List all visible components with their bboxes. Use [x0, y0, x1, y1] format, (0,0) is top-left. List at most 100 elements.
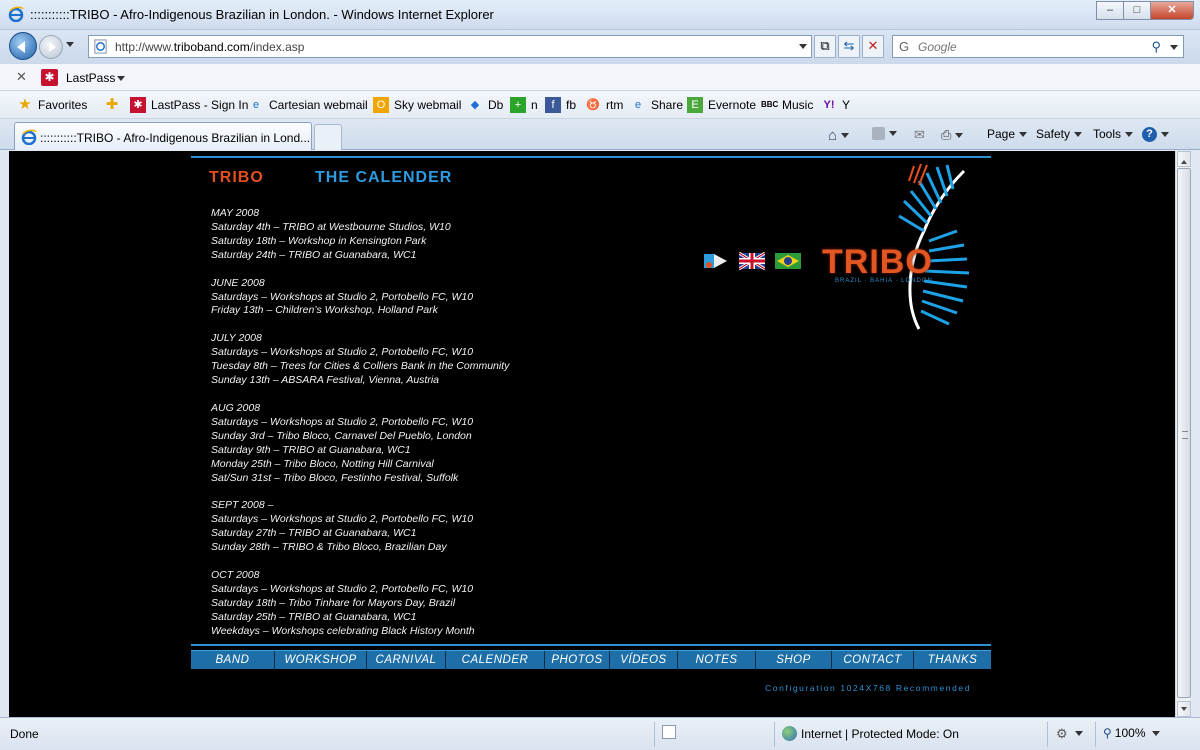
event-line: Tuesday 8th – Trees for Cities & Collier…: [211, 360, 510, 373]
scroll-down-icon[interactable]: [1177, 701, 1191, 717]
favorite-yahoo[interactable]: Y! Y: [821, 97, 851, 113]
home-icon: ⌂: [828, 127, 838, 144]
favorite-music[interactable]: BBC Music: [761, 97, 813, 113]
favorite-rtm[interactable]: ♉ rtm: [585, 97, 623, 113]
plus-icon: +: [510, 97, 526, 113]
ie-logo-icon: [8, 6, 24, 22]
recent-pages-dropdown-icon[interactable]: [66, 42, 74, 51]
favorites-button[interactable]: ★ Favorites: [17, 97, 87, 113]
favorite-db[interactable]: ◆ Db: [467, 97, 504, 113]
status-divider: [1047, 722, 1048, 747]
safety-menu[interactable]: Safety: [1036, 127, 1083, 141]
tab-bar: :::::::::::TRIBO - Afro-Indigenous Brazi…: [0, 119, 1200, 150]
address-url[interactable]: http://www.triboband.com/index.asp: [115, 40, 304, 54]
favorite-evernote[interactable]: E Evernote: [687, 97, 756, 113]
menu-videos[interactable]: VÍDEOS: [610, 651, 678, 670]
forward-button[interactable]: [39, 35, 63, 59]
lastpass-menu[interactable]: LastPass: [66, 71, 115, 85]
language-flags: [703, 250, 811, 272]
zoom-control[interactable]: ⚲ 100%: [1103, 726, 1160, 740]
cow-icon: ♉: [586, 99, 600, 111]
status-divider: [654, 722, 655, 747]
event-line: Saturday 24th – TRIBO at Guanabara, WC1: [211, 248, 417, 261]
menu-carnival[interactable]: CARNIVAL: [367, 651, 446, 670]
tools-menu[interactable]: Tools: [1093, 127, 1134, 141]
security-zone[interactable]: Internet | Protected Mode: On: [782, 726, 959, 741]
month-block: JUNE 2008 Saturdays – Workshops at Studi…: [211, 277, 509, 319]
lastpass-dropdown-icon[interactable]: [117, 76, 125, 85]
google-icon: G: [899, 39, 910, 54]
event-line: Weekdays – Workshops celebrating Black H…: [211, 624, 475, 637]
scroll-thumb[interactable]: [1177, 168, 1191, 698]
uk-flag-icon[interactable]: [739, 250, 765, 272]
maximize-button[interactable]: □: [1123, 1, 1151, 20]
calendar-heading: THE CALENDER: [315, 169, 453, 186]
print-button[interactable]: ⎙: [941, 127, 964, 143]
print-icon: ⎙: [941, 127, 952, 142]
help-menu[interactable]: ?: [1142, 127, 1169, 142]
back-button[interactable]: [9, 32, 37, 60]
menu-workshop[interactable]: WORKSHOP: [275, 651, 367, 670]
new-tab-button[interactable]: [314, 124, 342, 150]
scroll-up-icon[interactable]: [1177, 151, 1191, 167]
favorite-share[interactable]: e Share: [630, 97, 683, 113]
config-note: Configuration 1024X768 Recommended: [765, 683, 972, 693]
globe-icon: [782, 726, 797, 741]
refresh-icon[interactable]: ⇆: [838, 35, 860, 58]
lastpass-icon: ✱: [41, 69, 58, 86]
month-title: OCT 2008: [211, 569, 260, 582]
minimize-button[interactable]: –: [1096, 1, 1124, 20]
stop-icon[interactable]: ✕: [862, 35, 884, 58]
menu-photos[interactable]: PHOTOS: [545, 651, 610, 670]
status-text: Done: [10, 727, 39, 741]
tab-label: :::::::::::TRIBO - Afro-Indigenous Brazi…: [40, 131, 311, 145]
tab-tribo[interactable]: :::::::::::TRIBO - Afro-Indigenous Brazi…: [14, 122, 312, 150]
event-line: Sunday 28th – TRIBO & Tribo Bloco, Brazi…: [211, 541, 447, 554]
favorite-n[interactable]: + n: [510, 97, 538, 113]
address-bar[interactable]: http://www.triboband.com/index.asp: [88, 35, 812, 58]
menu-shop[interactable]: SHOP: [756, 651, 832, 670]
close-toolbar-icon[interactable]: ✕: [16, 69, 27, 85]
menu-thanks[interactable]: THANKS: [914, 651, 991, 670]
close-button[interactable]: ✕: [1150, 1, 1194, 20]
search-box[interactable]: G Google ⚲: [892, 35, 1184, 58]
tribo-logo-text: TRIBO: [822, 243, 933, 281]
menu-band[interactable]: BAND: [191, 651, 275, 670]
favorites-bar: ★ Favorites ✚ ✱ LastPass - Sign In e Cartes…: [0, 91, 1200, 119]
feeds-button[interactable]: [872, 127, 897, 140]
facebook-icon: f: [545, 97, 561, 113]
read-mail-button[interactable]: ✉: [914, 127, 925, 143]
add-favorite-button[interactable]: ✚: [104, 97, 125, 113]
address-dropdown-icon[interactable]: [799, 44, 807, 53]
evernote-icon: E: [687, 97, 703, 113]
event-line: Saturday 18th – Tribo Tinhare for Mayors…: [211, 596, 456, 609]
protected-dropdown-icon[interactable]: [1075, 731, 1083, 740]
dj-icon[interactable]: [703, 250, 729, 272]
lastpass-toolbar: ✕ ✱ LastPass: [0, 64, 1200, 91]
brazil-flag-icon[interactable]: [775, 250, 801, 272]
menu-notes[interactable]: NOTES: [678, 651, 756, 670]
search-options-dropdown-icon[interactable]: [1170, 45, 1178, 54]
navigation-bar: http://www.triboband.com/index.asp ⧉ ⇆ ✕…: [0, 30, 1200, 64]
zoom-icon: ⚲: [1103, 726, 1112, 740]
star-icon: ★: [18, 96, 32, 113]
home-button[interactable]: ⌂: [828, 127, 850, 144]
favorite-lastpass[interactable]: ✱ LastPass - Sign In: [130, 97, 248, 113]
add-to-favorites-icon: ✚: [105, 96, 119, 113]
search-input[interactable]: Google: [918, 40, 957, 54]
frame-left-edge: [0, 151, 9, 717]
page-menu[interactable]: Page: [987, 127, 1028, 141]
protected-mode-icon[interactable]: ⚙: [1056, 726, 1068, 742]
month-block: OCT 2008 Saturdays – Workshops at Studio…: [211, 569, 509, 639]
menu-contact[interactable]: CONTACT: [832, 651, 914, 670]
event-line: Friday 13th – Children’s Workshop, Holla…: [211, 304, 438, 317]
favorite-cartesian[interactable]: e Cartesian webmail: [248, 97, 368, 113]
menu-calender[interactable]: CALENDER: [446, 651, 545, 670]
vertical-scrollbar[interactable]: [1175, 151, 1191, 717]
yahoo-icon: Y!: [823, 99, 835, 111]
compatibility-view-icon[interactable]: ⧉: [814, 35, 836, 58]
event-line: Monday 25th – Tribo Bloco, Notting Hill …: [211, 457, 434, 470]
favorite-sky[interactable]: O Sky webmail: [373, 97, 461, 113]
search-icon[interactable]: ⚲: [1151, 39, 1161, 55]
favorite-fb[interactable]: f fb: [545, 97, 576, 113]
